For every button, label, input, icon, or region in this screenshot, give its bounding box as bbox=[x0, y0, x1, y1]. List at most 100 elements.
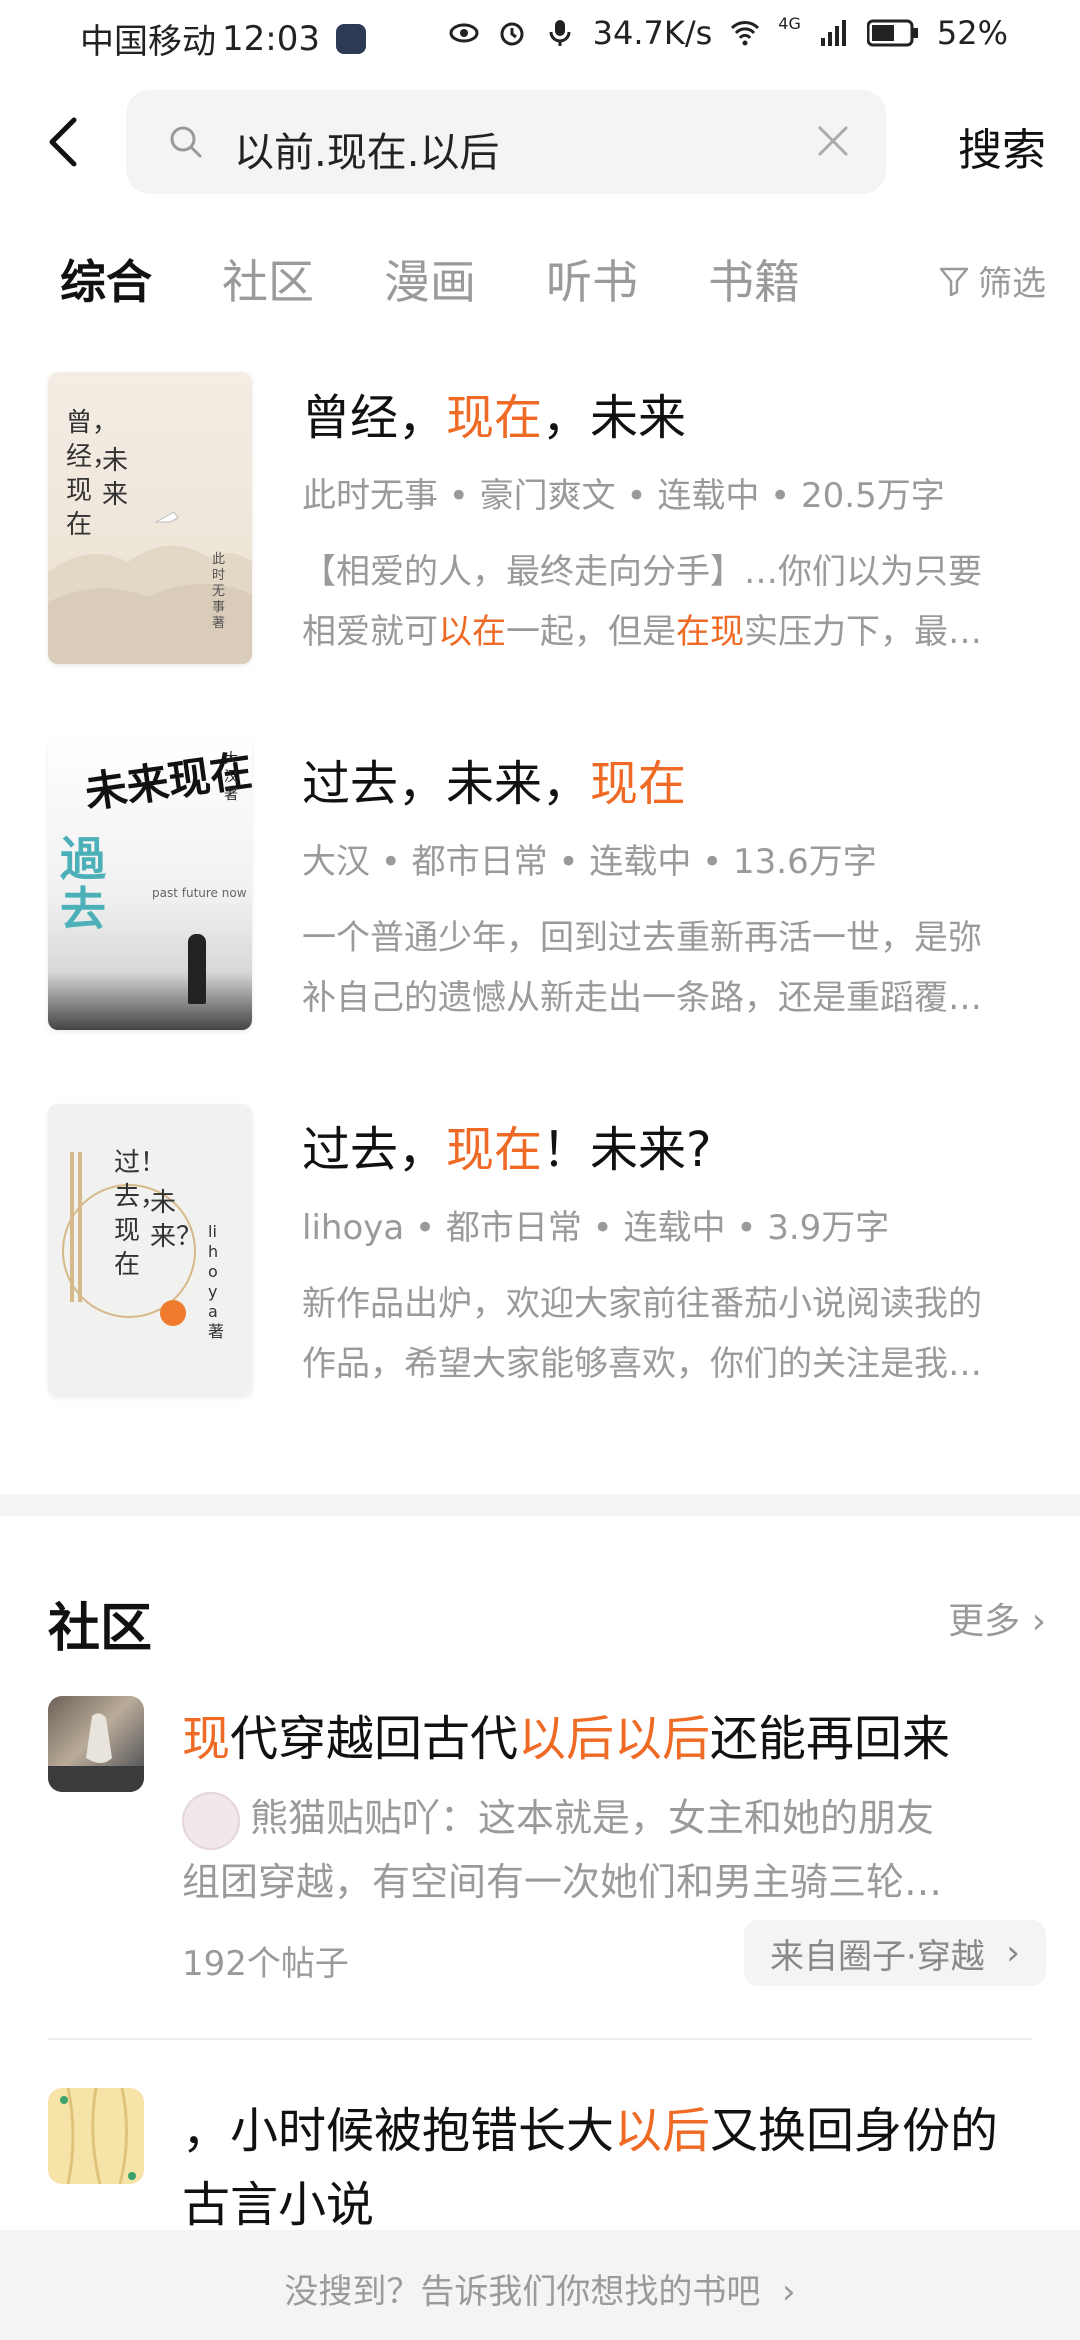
tab-community[interactable]: 社区 bbox=[222, 246, 314, 312]
title-highlight: 现 bbox=[182, 1711, 231, 1767]
net-speed: 34.7K/s bbox=[592, 14, 713, 52]
post-author: 熊猫贴贴吖 bbox=[250, 1796, 441, 1840]
title-highlight: 现在 bbox=[446, 1122, 543, 1178]
title-part: 还能再回来 bbox=[710, 1711, 951, 1767]
desc-text: 一起，但是 bbox=[506, 612, 676, 652]
title-highlight: 以后 bbox=[614, 2103, 711, 2159]
eye-icon bbox=[449, 23, 479, 43]
search-query: 以前.现在.以后 bbox=[234, 130, 500, 176]
title-part: 过去，未来， bbox=[302, 756, 591, 812]
cover-author: 大汉 著 bbox=[224, 751, 238, 803]
battery-percent: 52% bbox=[936, 14, 1008, 52]
chevron-right-icon: › bbox=[984, 1933, 1020, 1973]
divider bbox=[48, 2038, 1032, 2040]
alarm-icon bbox=[500, 22, 524, 46]
filter-label: 筛选 bbox=[978, 264, 1046, 304]
title-part: ，小时候被抱错长大 bbox=[182, 2103, 615, 2159]
cover-subtitle: past future now bbox=[152, 886, 247, 900]
title-part: 代穿越回古代 bbox=[230, 1711, 519, 1767]
more-link[interactable]: 更多 › bbox=[948, 1592, 1046, 1644]
book-description: 新作品出炉，欢迎大家前往番茄小说阅读我的 作品，希望大家能够喜欢，你们的关注是我… bbox=[302, 1274, 1022, 1394]
post-title: 现代穿越回古代以后以后还能再回来 bbox=[182, 1702, 1032, 1776]
cover-author: lihoya 著 bbox=[208, 1222, 225, 1341]
community-section-title: 社区 bbox=[48, 1599, 153, 1659]
desc-text: 实压力下，最… bbox=[744, 612, 982, 652]
book-result[interactable]: 未来现在 過去 past future now 大汉 著 过去，未来，现在 大汉… bbox=[0, 738, 1080, 1038]
book-title: 曾经，现在，未来 bbox=[302, 378, 686, 448]
book-description: 【相爱的人，最终走向分手】…你们以为只要 相爱就可以在一起，但是在现实压力下，最… bbox=[302, 542, 1022, 662]
app-notification-icon bbox=[335, 23, 366, 54]
signal-icon bbox=[820, 20, 846, 46]
community-post[interactable]: ，小时候被抱错长大以后又换回身份的古言小说 bbox=[0, 2088, 1080, 2238]
feedback-banner[interactable]: 没搜到？告诉我们你想找的书吧 › bbox=[0, 2230, 1080, 2340]
excerpt-text: 组团穿越，有空间有一次她们和男主骑三轮… bbox=[182, 1860, 943, 1904]
book-meta: lihoya • 都市日常 • 连载中 • 3.9万字 bbox=[302, 1208, 890, 1248]
mic-icon bbox=[549, 20, 571, 46]
search-header: 以前.现在.以后 搜索 bbox=[0, 86, 1080, 198]
wifi-icon bbox=[731, 21, 760, 46]
cover-text: 曾，经，现在 bbox=[66, 408, 119, 540]
tab-books[interactable]: 书籍 bbox=[708, 246, 800, 312]
cover-figure bbox=[188, 934, 206, 1004]
cover-text: 未来？ bbox=[150, 1188, 203, 1252]
search-input[interactable]: 以前.现在.以后 bbox=[126, 90, 886, 194]
title-highlight: 现在 bbox=[446, 390, 543, 446]
desc-highlight: 在现 bbox=[676, 612, 744, 652]
chevron-right-icon: › bbox=[1020, 1601, 1046, 1642]
community-post[interactable]: 现代穿越回古代以后以后还能再回来 熊猫贴贴吖：这本就是，女主和她的朋友 组团穿越… bbox=[0, 1696, 1080, 2016]
desc-highlight: 以在 bbox=[438, 612, 506, 652]
post-thumbnail bbox=[48, 2088, 144, 2184]
result-tabs: 综合 社区 漫画 听书 书籍 筛选 bbox=[0, 246, 1080, 310]
chevron-right-icon: › bbox=[760, 2272, 796, 2312]
filter-icon bbox=[939, 267, 969, 296]
title-highlight: 以后以后 bbox=[518, 1711, 711, 1767]
book-meta: 此时无事 • 豪门爽文 • 连载中 • 20.5万字 bbox=[302, 476, 945, 516]
book-description: 一个普通少年，回到过去重新再活一世，是弥 补自己的遗憾从新走出一条路，还是重蹈覆… bbox=[302, 908, 1022, 1028]
circle-source-label: 来自圈子·穿越 bbox=[769, 1936, 985, 1977]
more-label: 更多 bbox=[948, 1601, 1021, 1642]
post-count: 192个帖子 bbox=[182, 1944, 349, 1984]
desc-text: 相爱就可 bbox=[302, 612, 438, 652]
search-button[interactable]: 搜索 bbox=[958, 114, 1046, 178]
book-title: 过去，未来，现在 bbox=[302, 744, 686, 814]
post-excerpt: 熊猫贴贴吖：这本就是，女主和她的朋友 组团穿越，有空间有一次她们和男主骑三轮… bbox=[182, 1786, 1022, 1914]
search-icon bbox=[170, 126, 202, 158]
tab-all[interactable]: 综合 bbox=[60, 246, 152, 312]
feedback-text: 没搜到？告诉我们你想找的书吧 bbox=[284, 2272, 761, 2312]
network-type: 4G bbox=[778, 13, 801, 33]
desc-text: 【相爱的人，最终走向分手】…你们以为只要 bbox=[302, 552, 982, 592]
cover-text: 未来 bbox=[102, 446, 129, 510]
post-thumbnail bbox=[48, 1696, 144, 1792]
desc-text: 一个普通少年，回到过去重新再活一世，是弥 bbox=[302, 918, 982, 958]
tab-audiobooks[interactable]: 听书 bbox=[546, 246, 638, 312]
post-title: ，小时候被抱错长大以后又换回身份的古言小说 bbox=[182, 2094, 1032, 2242]
book-title: 过去，现在！未来? bbox=[302, 1110, 712, 1180]
title-part: 曾经， bbox=[302, 390, 447, 446]
avatar bbox=[182, 1791, 240, 1850]
title-part: 过去， bbox=[302, 1122, 447, 1178]
excerpt-text: ：这本就是，女主和她的朋友 bbox=[440, 1796, 935, 1840]
clock: 12:03 bbox=[222, 18, 320, 59]
desc-text: 作品，希望大家能够喜欢，你们的关注是我… bbox=[302, 1344, 982, 1384]
cover-title: 過去 bbox=[60, 832, 106, 936]
desc-text: 补自己的遗憾从新走出一条路，还是重蹈覆… bbox=[302, 978, 982, 1018]
circle-source-tag[interactable]: 来自圈子·穿越 › bbox=[743, 1920, 1046, 1986]
book-cover: 过！去，现在 未来？ lihoya 著 bbox=[48, 1104, 252, 1396]
cover-author: 此时无事 著 bbox=[212, 552, 226, 631]
title-part: ！未来? bbox=[542, 1122, 712, 1178]
book-result[interactable]: 过！去，现在 未来？ lihoya 著 过去，现在！未来? lihoya • 都… bbox=[0, 1104, 1080, 1404]
clear-icon[interactable] bbox=[816, 124, 850, 158]
carrier: 中国移动 bbox=[80, 22, 216, 62]
back-arrow-icon[interactable] bbox=[44, 116, 84, 168]
section-divider bbox=[0, 1494, 1080, 1516]
book-result[interactable]: 曾，经，现在 未来 此时无事 著 曾经，现在，未来 此时无事 • 豪门爽文 • … bbox=[0, 372, 1080, 672]
status-bar: 中国移动 12:03 34.7K/s 4G 52% bbox=[0, 0, 1080, 76]
title-highlight: 现在 bbox=[590, 756, 687, 812]
battery-icon bbox=[866, 19, 918, 47]
filter-button[interactable]: 筛选 bbox=[938, 256, 1046, 305]
title-part: ，未来 bbox=[542, 390, 687, 446]
book-cover: 曾，经，现在 未来 此时无事 著 bbox=[48, 372, 252, 664]
book-cover: 未来现在 過去 past future now 大汉 著 bbox=[48, 738, 252, 1030]
tab-comics[interactable]: 漫画 bbox=[384, 246, 476, 312]
desc-text: 新作品出炉，欢迎大家前往番茄小说阅读我的 bbox=[302, 1284, 982, 1324]
